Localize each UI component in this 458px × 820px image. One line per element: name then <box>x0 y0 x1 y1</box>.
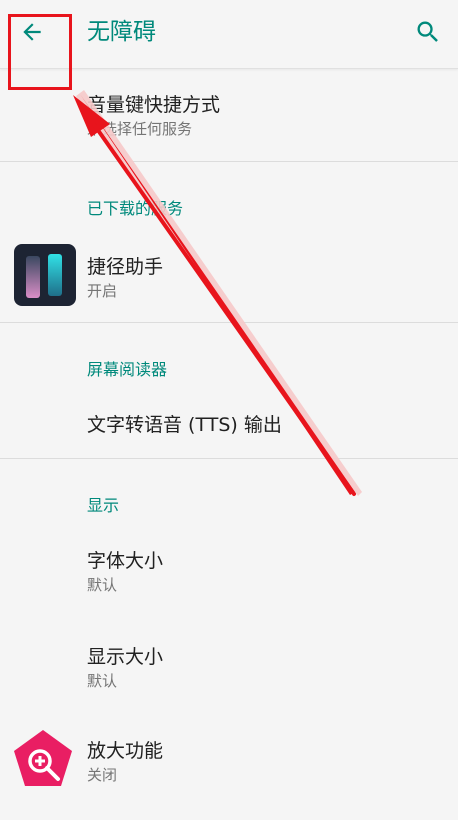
shortcut-assistant-subtitle: 开启 <box>87 282 118 300</box>
back-button[interactable] <box>12 14 52 50</box>
section-header-display: 显示 <box>87 496 120 515</box>
app-bar: 无障碍 <box>0 0 458 69</box>
shortcut-assistant-title: 捷径助手 <box>87 256 164 278</box>
list-item-volume-shortcut[interactable]: 音量键快捷方式 未选择任何服务 <box>0 84 458 158</box>
display-size-title: 显示大小 <box>87 646 164 668</box>
arrow-left-icon <box>23 23 41 41</box>
magnification-title: 放大功能 <box>87 740 164 762</box>
list-item-font-size[interactable]: 字体大小 默认 <box>0 536 458 610</box>
shortcut-assistant-icon <box>14 244 76 310</box>
display-size-subtitle: 默认 <box>87 672 118 690</box>
font-size-title: 字体大小 <box>87 550 164 572</box>
page-title: 无障碍 <box>87 19 156 45</box>
section-header-screen-readers: 屏幕阅读器 <box>87 360 168 379</box>
list-item-shortcut-assistant[interactable]: 捷径助手 开启 <box>0 238 458 312</box>
search-button[interactable] <box>408 12 448 52</box>
search-icon <box>417 21 438 42</box>
tts-output-title: 文字转语音 (TTS) 输出 <box>87 414 282 436</box>
magnify-plus-icon <box>12 728 74 796</box>
list-item-display-size[interactable]: 显示大小 默认 <box>0 630 458 704</box>
section-header-downloaded-services: 已下载的服务 <box>87 199 184 218</box>
list-item-tts-output[interactable]: 文字转语音 (TTS) 输出 <box>0 396 458 452</box>
volume-shortcut-subtitle: 未选择任何服务 <box>87 120 193 138</box>
volume-shortcut-title: 音量键快捷方式 <box>87 94 221 116</box>
font-size-subtitle: 默认 <box>87 576 118 594</box>
magnification-subtitle: 关闭 <box>87 766 118 784</box>
divider <box>0 161 458 162</box>
divider <box>0 458 458 459</box>
divider <box>0 322 458 323</box>
list-item-magnification[interactable]: 放大功能 关闭 <box>0 722 458 802</box>
